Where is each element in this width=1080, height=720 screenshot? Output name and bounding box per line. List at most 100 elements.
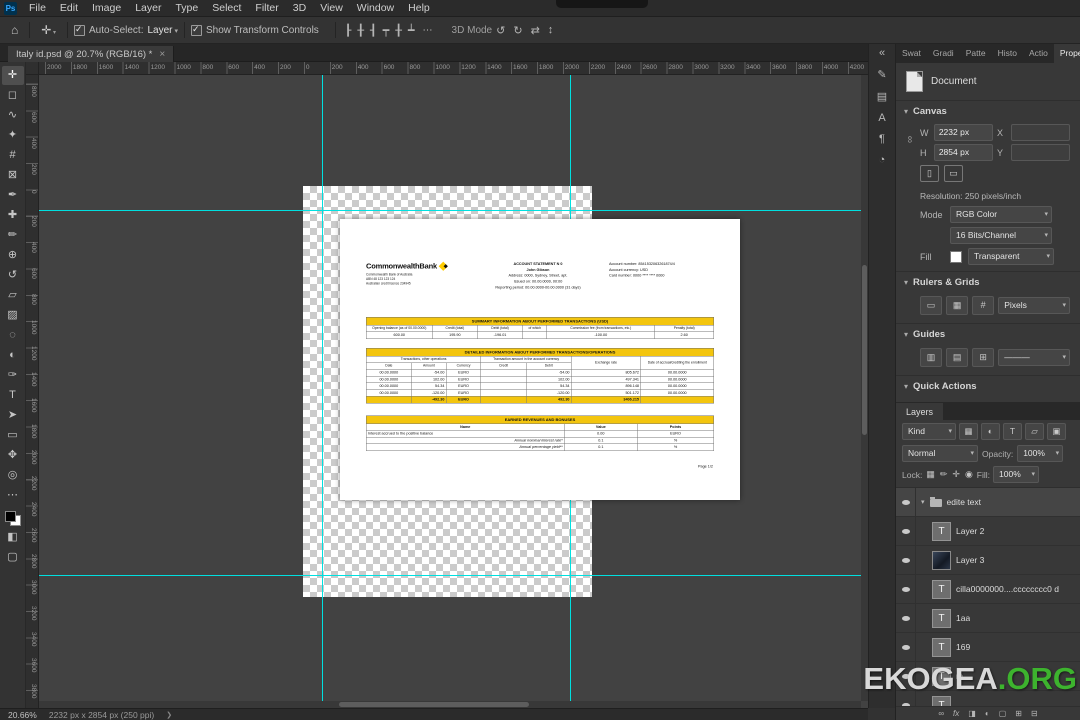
lock-position-icon[interactable]: ✛ xyxy=(951,469,961,480)
align-v-centers-icon[interactable]: ╂ xyxy=(392,24,405,37)
toggle-grid-icon[interactable]: ▦ xyxy=(946,296,969,315)
move-tool-preset-icon[interactable]: ✛ ▾ xyxy=(36,23,61,37)
guide-vertical-left[interactable] xyxy=(322,75,323,708)
align-top-edges-icon[interactable]: ┯ xyxy=(380,24,393,37)
lock-all-icon[interactable]: ◉ xyxy=(964,469,974,480)
guide-horizontal-top[interactable] xyxy=(39,210,868,211)
menu-image[interactable]: Image xyxy=(85,0,128,17)
hand-tool[interactable]: ✥ xyxy=(2,446,24,465)
status-popup-icon[interactable]: ❯ xyxy=(166,711,172,719)
eraser-tool[interactable]: ▱ xyxy=(2,286,24,305)
portrait-orientation-icon[interactable]: ▯ xyxy=(920,165,939,182)
guide-horizontal-bottom[interactable] xyxy=(39,575,868,576)
home-icon[interactable]: ⌂ xyxy=(6,23,23,37)
align-left-edges-icon[interactable]: ┠ xyxy=(342,24,355,37)
group-expand-icon[interactable]: ▾ xyxy=(921,498,925,506)
auto-select-dropdown[interactable]: Layer xyxy=(147,25,177,36)
tab-patterns[interactable]: Patte xyxy=(960,44,992,63)
canvas-section-header[interactable]: ▾ Canvas xyxy=(896,100,1080,121)
align-right-edges-icon[interactable]: ┨ xyxy=(367,24,380,37)
fill-dropdown[interactable]: Transparent xyxy=(968,248,1054,265)
visibility-toggle[interactable] xyxy=(896,488,916,516)
link-layers-icon[interactable]: ∞ xyxy=(938,709,944,718)
menu-window[interactable]: Window xyxy=(350,0,401,17)
layer-effects-icon[interactable]: fx xyxy=(953,709,959,718)
visibility-toggle[interactable] xyxy=(896,604,916,632)
quick-mask-icon[interactable]: ◧ xyxy=(2,528,24,547)
filter-type-layers-icon[interactable]: T xyxy=(1003,423,1022,440)
zoom-tool[interactable]: ◎ xyxy=(2,466,24,485)
menu-3d[interactable]: 3D xyxy=(286,0,313,17)
pan-3d-icon[interactable]: ⇄ xyxy=(527,24,544,37)
width-field[interactable]: 2232 px xyxy=(933,124,993,141)
color-swatches[interactable] xyxy=(4,510,22,527)
tab-layers[interactable]: Layers xyxy=(896,403,944,421)
type-tool[interactable]: T xyxy=(2,386,24,405)
edit-toolbar-icon[interactable]: ⋯ xyxy=(2,486,24,505)
toggle-rulers-icon[interactable]: ▭ xyxy=(920,296,943,315)
top-ruler[interactable]: 2000 1800 1600 1400 1200 1000 800 600 400 200 0 200… xyxy=(39,62,868,75)
path-selection-tool[interactable]: ➤ xyxy=(2,406,24,425)
orbit-3d-icon[interactable]: ↺ xyxy=(492,24,509,37)
blur-tool[interactable]: ◌ xyxy=(2,326,24,345)
brush-settings-icon[interactable]: ✎ xyxy=(877,68,886,81)
filter-kind-dropdown[interactable]: Kind xyxy=(902,423,956,440)
pen-tool[interactable]: ✑ xyxy=(2,366,24,385)
quick-selection-tool[interactable]: ✦ xyxy=(2,126,24,145)
layer-row[interactable]: T 169 xyxy=(896,633,1080,662)
visibility-toggle[interactable] xyxy=(896,575,916,603)
quick-actions-section-header[interactable]: ▾ Quick Actions xyxy=(896,375,1080,396)
healing-brush-tool[interactable]: ✚ xyxy=(2,206,24,225)
menu-type[interactable]: Type xyxy=(168,0,205,17)
paragraph-panel-icon[interactable]: ¶ xyxy=(879,133,885,145)
tab-actions[interactable]: Actio xyxy=(1023,44,1054,63)
ruler-corner[interactable] xyxy=(26,62,39,75)
horizontal-scrollbar[interactable] xyxy=(39,701,861,708)
menu-select[interactable]: Select xyxy=(205,0,248,17)
visibility-toggle[interactable] xyxy=(896,546,916,574)
history-brush-tool[interactable]: ↺ xyxy=(2,266,24,285)
blend-mode-dropdown[interactable]: Normal xyxy=(902,445,978,462)
character-panel-icon[interactable]: A xyxy=(878,112,885,124)
height-field[interactable]: 2854 px xyxy=(933,144,993,161)
visibility-toggle[interactable] xyxy=(896,633,916,661)
vertical-scrollbar[interactable] xyxy=(861,75,868,701)
brush-tool[interactable]: ✏ xyxy=(2,226,24,245)
document-tab[interactable]: Italy id.psd @ 20.7% (RGB/16) * × xyxy=(8,45,175,64)
tab-swatches[interactable]: Swat xyxy=(896,44,927,63)
layer-row[interactable]: T cilla0000000....cccccccc0 d xyxy=(896,575,1080,604)
zoom-level[interactable]: 20.66% xyxy=(8,710,37,720)
link-dimensions-icon[interactable]: ∞ xyxy=(904,136,915,143)
align-h-centers-icon[interactable]: ╂ xyxy=(354,24,367,37)
menu-file[interactable]: File xyxy=(22,0,53,17)
lasso-tool[interactable]: ∿ xyxy=(2,106,24,125)
menu-view[interactable]: View xyxy=(313,0,350,17)
units-dropdown[interactable]: Pixels xyxy=(998,297,1071,314)
color-mode-dropdown[interactable]: RGB Color xyxy=(950,206,1052,223)
frame-tool[interactable]: ⊠ xyxy=(2,166,24,185)
move-tool[interactable]: ✛ xyxy=(1,66,24,85)
rulers-grids-section-header[interactable]: ▾ Rulers & Grids xyxy=(896,271,1080,292)
filter-adjustment-layers-icon[interactable]: ◐ xyxy=(981,423,1000,440)
left-ruler[interactable]: 800 600 400 200 0 200 400 600 800 1000 1200 1400 160… xyxy=(26,75,39,708)
visibility-toggle[interactable] xyxy=(896,517,916,545)
menu-edit[interactable]: Edit xyxy=(53,0,85,17)
filter-shape-layers-icon[interactable]: ▱ xyxy=(1025,423,1044,440)
opacity-dropdown[interactable]: 100% xyxy=(1017,445,1064,462)
marquee-tool[interactable]: ◻ xyxy=(2,86,24,105)
toggle-snap-icon[interactable]: # xyxy=(972,296,995,315)
layer-row[interactable]: Layer 3 xyxy=(896,546,1080,575)
clone-source-icon[interactable]: ◔ xyxy=(879,154,886,166)
tab-properties[interactable]: Properties xyxy=(1053,44,1080,63)
close-tab-icon[interactable]: × xyxy=(159,49,165,60)
lock-transparency-icon[interactable]: ▦ xyxy=(925,469,936,480)
guide-style-dropdown[interactable]: ——— xyxy=(998,349,1071,366)
foreground-color-swatch[interactable] xyxy=(4,511,16,522)
more-align-options-icon[interactable]: ⋯ xyxy=(418,25,438,36)
toggle-guides-icon[interactable]: ▥ xyxy=(920,348,943,367)
bit-depth-dropdown[interactable]: 16 Bits/Channel xyxy=(950,227,1052,244)
eyedropper-tool[interactable]: ✒ xyxy=(2,186,24,205)
layer-row[interactable]: T Layer 2 xyxy=(896,517,1080,546)
filter-pixel-layers-icon[interactable]: ▦ xyxy=(959,423,978,440)
auto-select-checkbox[interactable] xyxy=(74,24,85,36)
